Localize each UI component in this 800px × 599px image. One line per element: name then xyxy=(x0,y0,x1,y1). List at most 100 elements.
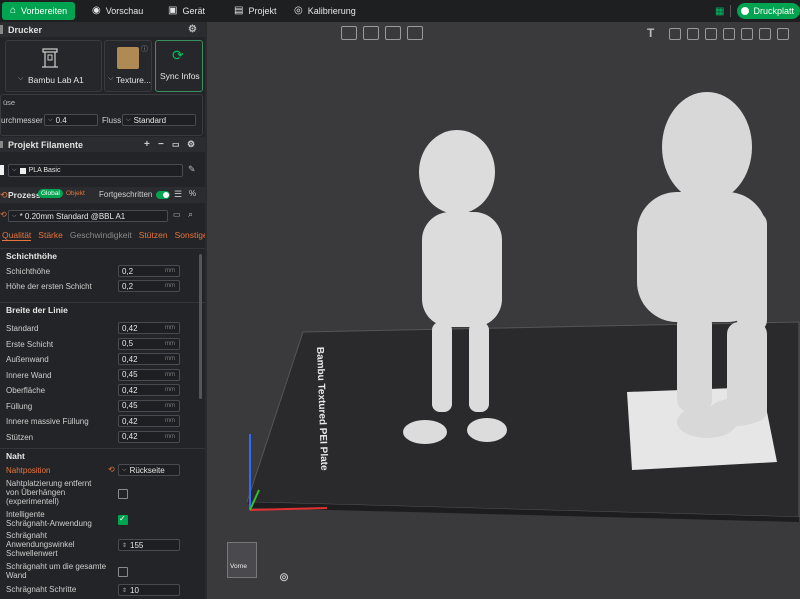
list-icon[interactable]: ☰ xyxy=(174,189,182,200)
line-width-first-layer-label: Erste Schicht xyxy=(6,339,54,349)
sync-info-button[interactable]: ⟳ Sync Infos xyxy=(155,40,203,92)
line-width-value: 0,42 xyxy=(122,385,138,395)
tab-strength[interactable]: Stärke xyxy=(38,230,63,240)
layer-height-input[interactable]: 0,2 mm xyxy=(118,265,180,277)
process-preset-select[interactable]: ⌵ * 0.20mm Standard @BBL A1 xyxy=(8,210,168,222)
line-width-infill-input[interactable]: 0,45 mm xyxy=(118,399,180,412)
scarf-angle-line2: Anwendungswinkel xyxy=(6,540,75,549)
3d-viewport[interactable]: T Bambu Textured PEI Plate Vorne ⊚ xyxy=(207,22,800,599)
chevron-down-icon: ⌵ xyxy=(108,75,114,82)
tab-speed[interactable]: Geschwindigkeit xyxy=(70,230,132,240)
filament-select[interactable]: ⌵ PLA Basic xyxy=(8,164,183,177)
flow-label: Fluss xyxy=(102,116,122,125)
tab-device[interactable]: ▣ Gerät xyxy=(160,2,213,20)
sidebar-scrollbar[interactable] xyxy=(199,254,202,399)
printer-name: Bambu Lab A1 xyxy=(28,75,84,85)
home-icon: ⌂ xyxy=(10,5,17,16)
advanced-switch[interactable] xyxy=(156,191,170,199)
seam-away-checkbox[interactable] xyxy=(118,489,128,499)
sync-icon: ⟳ xyxy=(172,47,184,63)
line-width-outer-wall-label: Außenwand xyxy=(6,355,49,364)
line-width-inner-wall-input[interactable]: 0,45 mm xyxy=(118,368,180,381)
filament-edit-icon[interactable]: ✎ xyxy=(188,164,196,175)
smart-scarf-label: Intelligente Schrägnaht-Anwendung xyxy=(6,510,92,528)
object-toggle[interactable]: Objekt xyxy=(66,190,85,197)
remove-filament-icon[interactable]: − xyxy=(158,139,164,150)
stepper-arrows-icon: ⇕ xyxy=(122,587,128,594)
tab-preview-label: Vorschau xyxy=(105,6,144,16)
line-width-first-layer-input[interactable]: 0,5 mm xyxy=(118,337,180,350)
tab-quality[interactable]: Qualität xyxy=(2,230,32,241)
tab-prepare[interactable]: ⌂ Vorbereiten xyxy=(2,2,76,20)
global-toggle[interactable]: Global xyxy=(38,189,63,198)
line-width-internal-solid-infill-input[interactable]: 0,42 mm xyxy=(118,415,180,427)
first-layer-height-input[interactable]: 0,2 mm xyxy=(118,280,180,292)
scarf-angle-label: Schrägnaht Anwendungswinkel Schwellenwer… xyxy=(6,531,75,558)
filament-settings-gear-icon[interactable]: ⚙ xyxy=(187,139,195,150)
switch-knob xyxy=(163,192,169,198)
line-width-standard-input[interactable]: 0,42 mm xyxy=(118,322,180,334)
search-icon[interactable]: ⌕ xyxy=(188,209,193,220)
line-width-group: Breite der Linie xyxy=(0,302,205,317)
printer-settings-gear-icon[interactable]: ⚙ xyxy=(188,24,197,35)
filament-color-dot xyxy=(19,167,26,174)
seam-position-select[interactable]: ⌵ Rückseite xyxy=(118,464,180,476)
line-width-value: 0,45 xyxy=(122,401,138,410)
device-icon: ▣ xyxy=(168,5,178,16)
line-width-value: 0,42 xyxy=(122,354,138,364)
scarf-entire-wall-line1: Schrägnaht um die gesamte xyxy=(6,562,107,571)
refresh-icon xyxy=(741,7,750,15)
smart-scarf-checkbox[interactable]: ✓ xyxy=(118,514,128,525)
filament-icon xyxy=(0,141,3,148)
chevron-down-icon: ⌵ xyxy=(18,75,24,82)
project-icon: ▤ xyxy=(234,5,244,16)
print-plate-button[interactable]: Druckplatt xyxy=(737,3,800,19)
filament-item[interactable]: ⌵ PLA Basic ✎ xyxy=(0,162,205,178)
seam-position-value: Rückseite xyxy=(129,465,165,475)
view-cube[interactable]: Vorne xyxy=(227,542,257,578)
seam-away-line3: (experimentell) xyxy=(6,497,59,506)
stepper-arrows-icon: ⇕ xyxy=(122,542,128,549)
flow-select[interactable]: ⌵ Standard xyxy=(122,114,196,126)
line-width-value: 0,45 xyxy=(122,370,138,379)
line-width-top-surface-input[interactable]: 0,42 mm xyxy=(118,384,180,396)
line-width-outer-wall-input[interactable]: 0,42 mm xyxy=(118,353,180,365)
tab-prepare-label: Vorbereiten xyxy=(21,6,68,16)
unit-label: mm xyxy=(165,325,175,331)
filament-section-title: Projekt Filamente xyxy=(8,139,84,150)
tab-support[interactable]: Stützen xyxy=(139,230,168,240)
smart-scarf-line2: Schrägnaht-Anwendung xyxy=(6,519,92,528)
unit-label: mm xyxy=(165,402,175,409)
scarf-steps-stepper[interactable]: ⇕ 10 xyxy=(118,584,180,596)
eye-icon: ◉ xyxy=(92,5,101,16)
nozzle-title: üse xyxy=(3,98,16,107)
tab-others[interactable]: Sonstige xyxy=(175,230,205,240)
printer-selector[interactable]: ⌵ Bambu Lab A1 xyxy=(5,40,102,92)
tab-calibration[interactable]: ◎ Kalibrierung xyxy=(286,2,364,20)
tab-project[interactable]: ▤ Projekt xyxy=(226,2,284,20)
x-axis xyxy=(249,507,328,511)
tab-device-label: Gerät xyxy=(182,6,205,16)
diameter-select[interactable]: ⌵ 0.4 xyxy=(44,114,98,126)
tab-preview[interactable]: ◉ Vorschau xyxy=(84,2,151,20)
camera-target-icon[interactable]: ⊚ xyxy=(279,570,289,584)
unit-label: mm xyxy=(165,340,175,347)
slice-plate-icon[interactable]: ▦ xyxy=(715,6,724,17)
scarf-entire-wall-checkbox[interactable] xyxy=(118,567,128,577)
percent-icon[interactable]: % xyxy=(189,189,196,198)
reset-icon[interactable]: ⟲ xyxy=(108,465,115,474)
unit-label: mm xyxy=(165,418,175,424)
save-preset-icon[interactable]: ▭ xyxy=(173,210,181,219)
filament-manager-icon[interactable]: ▭ xyxy=(172,140,180,149)
line-width-value: 0,42 xyxy=(122,323,138,333)
line-width-support-input[interactable]: 0,42 mm xyxy=(118,430,180,443)
chevron-down-icon: ⌵ xyxy=(126,116,131,123)
first-layer-height-value: 0,2 xyxy=(122,281,134,291)
line-width-support-label: Stützen xyxy=(6,432,34,442)
seam-group: Naht xyxy=(0,448,205,463)
scarf-angle-stepper[interactable]: ⇕ 155 xyxy=(118,539,180,551)
plate-texture-selector[interactable]: ⓘ ⌵ Texture... xyxy=(104,40,152,92)
line-width-infill-label: Füllung xyxy=(6,401,33,411)
add-filament-icon[interactable]: + xyxy=(144,139,150,150)
layer-height-group: Schichthöhe xyxy=(0,248,205,263)
